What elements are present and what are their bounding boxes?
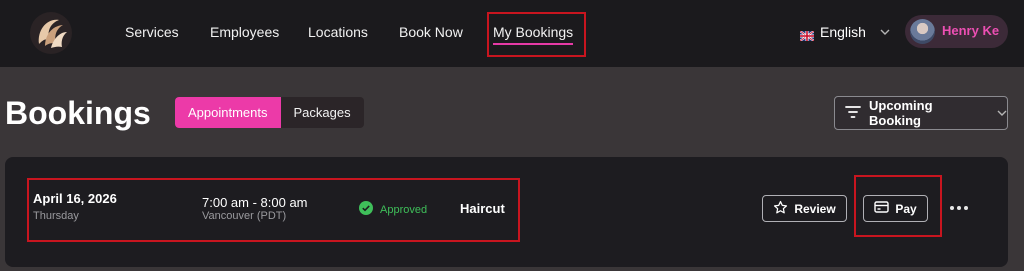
booking-card[interactable] bbox=[5, 157, 1008, 267]
pay-button[interactable]: Pay bbox=[863, 195, 928, 222]
filter-label: Upcoming Booking bbox=[869, 98, 933, 128]
top-navigation-bar: Services Employees Locations Book Now My… bbox=[0, 0, 1024, 67]
language-label: English bbox=[820, 24, 866, 40]
language-selector[interactable]: English bbox=[799, 23, 890, 42]
booking-service: Haircut bbox=[460, 201, 505, 216]
nav-my-bookings[interactable]: My Bookings bbox=[493, 23, 574, 45]
booking-date: April 16, 2026 bbox=[33, 191, 117, 206]
avatar bbox=[910, 19, 935, 44]
check-circle-icon bbox=[359, 201, 373, 218]
chevron-down-icon bbox=[997, 110, 1007, 116]
status-badge: Approved bbox=[359, 201, 427, 218]
booking-filter-dropdown[interactable]: Upcoming Booking bbox=[834, 96, 1008, 130]
booking-weekday: Thursday bbox=[33, 210, 79, 222]
tab-appointments[interactable]: Appointments bbox=[175, 97, 281, 128]
more-horizontal-icon[interactable] bbox=[950, 203, 970, 213]
star-icon bbox=[773, 200, 788, 218]
nav-book-now[interactable]: Book Now bbox=[399, 23, 463, 41]
filter-lines-icon bbox=[845, 105, 861, 121]
more-dot bbox=[964, 206, 968, 210]
status-label: Approved bbox=[380, 203, 428, 216]
page-title: Bookings bbox=[5, 95, 151, 131]
booking-type-tabs: Appointments Packages bbox=[175, 97, 364, 128]
nav-my-bookings-label: My Bookings bbox=[493, 24, 574, 40]
nav-employees[interactable]: Employees bbox=[210, 23, 279, 41]
review-label: Review bbox=[794, 201, 836, 216]
more-dot bbox=[957, 206, 961, 210]
review-button[interactable]: Review bbox=[762, 195, 847, 222]
nav-locations[interactable]: Locations bbox=[308, 23, 368, 41]
active-nav-underline bbox=[493, 43, 574, 45]
booking-timezone: Vancouver (PDT) bbox=[202, 210, 287, 222]
user-menu[interactable]: Henry Ke bbox=[905, 15, 1008, 48]
uk-flag-icon bbox=[799, 27, 815, 42]
tab-packages[interactable]: Packages bbox=[281, 97, 364, 128]
credit-card-icon bbox=[874, 201, 890, 216]
pay-label: Pay bbox=[895, 201, 917, 216]
more-dot bbox=[950, 206, 954, 210]
brand-logo[interactable] bbox=[29, 10, 73, 56]
chevron-down-icon bbox=[880, 29, 890, 35]
nav-services[interactable]: Services bbox=[125, 23, 179, 41]
user-name: Henry Ke bbox=[942, 23, 1000, 38]
booking-time: 7:00 am - 8:00 am bbox=[202, 195, 308, 210]
